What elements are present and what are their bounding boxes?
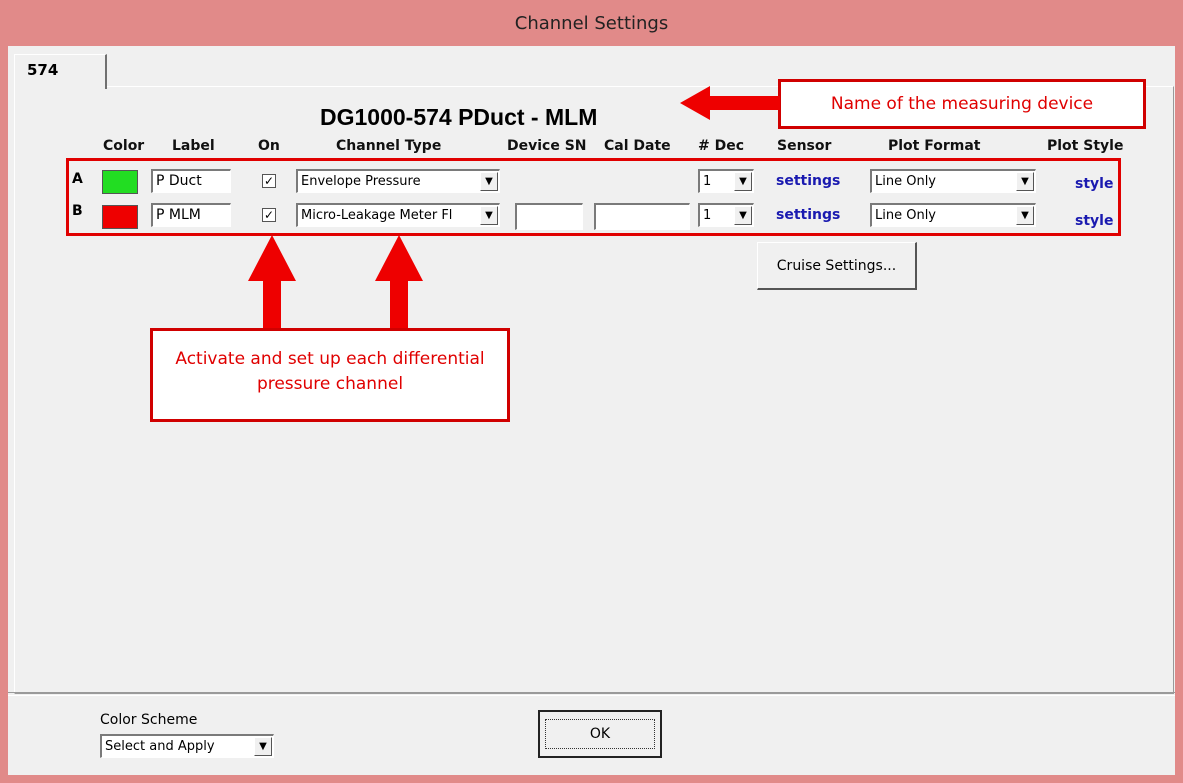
header-color: Color — [103, 138, 145, 154]
ok-button-label: OK — [544, 719, 656, 749]
color-scheme-label: Color Scheme — [100, 712, 198, 728]
channels-annotation: Activate and set up each differential pr… — [150, 328, 510, 422]
tab-label: 574 — [27, 61, 59, 79]
channels-highlight-box — [66, 158, 1121, 236]
chevron-down-icon[interactable]: ▼ — [254, 737, 272, 756]
divider — [8, 692, 1175, 696]
header-channel-type: Channel Type — [336, 138, 442, 154]
up-arrow-icon — [248, 235, 296, 331]
color-scheme-value: Select and Apply — [105, 739, 215, 754]
header-plot-style: Plot Style — [1047, 138, 1124, 154]
left-arrow-icon — [680, 86, 780, 120]
device-name-annotation: Name of the measuring device — [778, 79, 1146, 129]
header-dec: # Dec — [698, 138, 745, 154]
device-name: DG1000-574 PDuct - MLM — [320, 104, 598, 130]
ok-button[interactable]: OK — [538, 710, 662, 758]
cruise-settings-button[interactable]: Cruise Settings... — [757, 242, 917, 290]
tab-574[interactable]: 574 — [14, 54, 107, 89]
color-scheme-select[interactable]: Select and Apply ▼ — [100, 734, 274, 758]
header-cal-date: Cal Date — [604, 138, 671, 154]
header-label: Label — [172, 138, 215, 154]
window-title: Channel Settings — [514, 12, 669, 34]
header-sensor: Sensor — [777, 138, 832, 154]
header-on: On — [258, 138, 280, 154]
up-arrow-icon — [375, 235, 423, 331]
window-title-bar: Channel Settings — [0, 0, 1183, 46]
header-plot-format: Plot Format — [888, 138, 981, 154]
header-device-sn: Device SN — [507, 138, 587, 154]
